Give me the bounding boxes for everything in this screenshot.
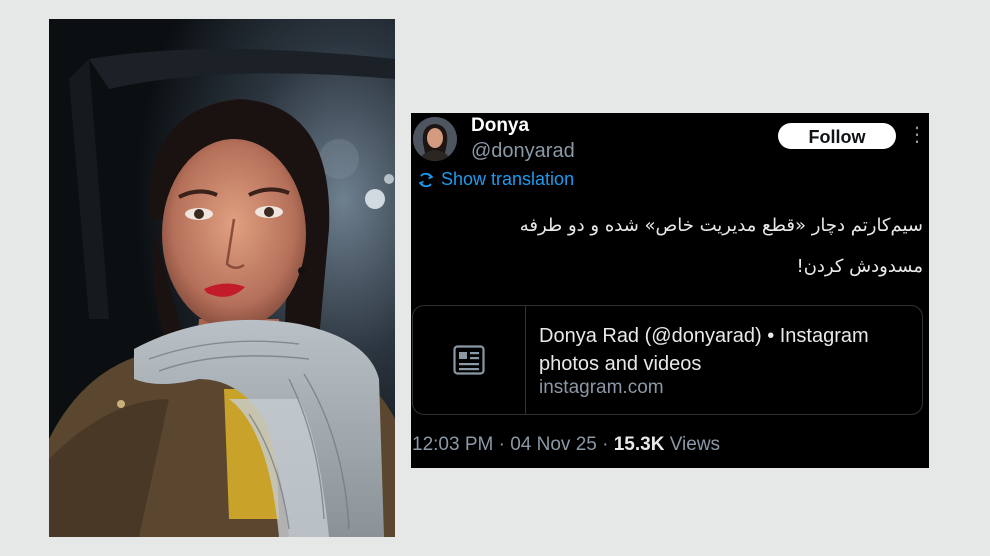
link-card-thumbnail — [413, 306, 526, 414]
link-card-domain: instagram.com — [539, 377, 664, 398]
show-translation-label: Show translation — [441, 169, 575, 189]
show-translation-link[interactable]: Show translation — [417, 169, 574, 190]
tweet-time[interactable]: 12:03 PM — [412, 434, 493, 455]
meta-separator: · — [493, 434, 511, 455]
avatar-photo-icon — [413, 117, 457, 161]
meta-separator: · — [596, 434, 614, 455]
article-icon — [453, 345, 485, 375]
tweet-date[interactable]: 04 Nov 25 — [510, 434, 597, 455]
link-preview-card[interactable]: Donya Rad (@donyarad) • Instagram photos… — [412, 305, 923, 415]
tweet-text: سیم‌کارتم دچار «قطع مدیریت خاص» شده و دو… — [423, 205, 923, 287]
tweet-meta: 12:03 PM · 04 Nov 25 · 15.3K Views — [412, 434, 720, 456]
tweet-text-line: مسدودش کردن! — [796, 256, 923, 277]
tweet-card: Donya @donyarad Follow ⋮ Show translatio… — [411, 113, 929, 468]
follow-button[interactable]: Follow — [778, 123, 896, 149]
portrait-photo — [49, 19, 395, 537]
translate-icon — [418, 172, 434, 187]
author-handle[interactable]: @donyarad — [471, 140, 575, 163]
author-display-name[interactable]: Donya — [471, 115, 529, 137]
portrait-illustration — [49, 19, 395, 537]
tweet-text-line: سیم‌کارتم دچار «قطع مدیریت خاص» شده و دو… — [519, 215, 923, 236]
views-label: Views — [664, 434, 721, 455]
link-card-title: Donya Rad (@donyarad) • Instagram photos… — [539, 325, 869, 375]
views-count: 15.3K — [613, 434, 665, 455]
more-vertical-icon[interactable]: ⋮ — [907, 123, 927, 149]
avatar[interactable] — [413, 117, 457, 161]
